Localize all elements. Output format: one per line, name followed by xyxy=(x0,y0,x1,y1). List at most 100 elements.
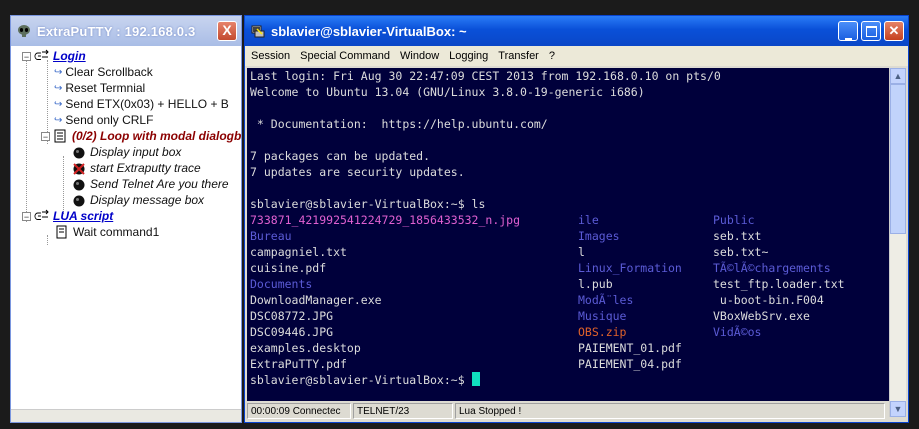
menu-session[interactable]: Session xyxy=(251,50,290,62)
tree-item-start-trace[interactable]: start Extraputty trace xyxy=(71,160,201,176)
tree-item-lua-script[interactable]: − ᕮ LUA script xyxy=(22,208,113,224)
right-title-bar[interactable]: sblavier@sblavier-VirtualBox: ~ xyxy=(245,16,908,46)
terminal-line: 7 updates are security updates. xyxy=(250,165,465,179)
ls-entry: VBoxWebSrv.exe xyxy=(713,309,810,323)
right-window-title: sblavier@sblavier-VirtualBox: ~ xyxy=(271,23,467,39)
ls-entry: PAIEMENT_04.pdf xyxy=(578,357,682,371)
scroll-up-arrow-icon[interactable]: ▲ xyxy=(890,68,906,84)
ls-entry: seb.txt~ xyxy=(713,245,769,259)
left-close-button[interactable]: X xyxy=(217,21,237,41)
ls-entry: u-boot-bin.F004 xyxy=(713,293,824,307)
ls-entry: cuisine.pdf xyxy=(250,261,327,275)
collapse-toggle[interactable]: − xyxy=(41,131,50,141)
menu-logging[interactable]: Logging xyxy=(449,50,488,62)
command-arrow-icon: ↪ xyxy=(54,82,63,94)
tree-connector xyxy=(47,235,48,245)
tree-item-login[interactable]: − ᕮ Login xyxy=(22,48,86,64)
ls-entry: Documents xyxy=(250,277,313,291)
terminal-line: Welcome to Ubuntu 13.04 (GNU/Linux 3.8.0… xyxy=(250,85,645,99)
menu-help[interactable]: ? xyxy=(549,50,555,62)
svg-text:ᕮ: ᕮ xyxy=(34,52,41,63)
loop-icon xyxy=(54,129,66,143)
tree-item-display-message-box[interactable]: Display message box xyxy=(71,192,204,208)
scroll-thumb[interactable] xyxy=(890,84,906,234)
command-arrow-icon: ↪ xyxy=(54,98,63,110)
clear-scrollback-label: Clear Scrollback xyxy=(65,65,153,79)
status-protocol: TELNET/23 xyxy=(353,403,453,419)
close-icon: ✕ xyxy=(888,23,900,38)
menu-special-command[interactable]: Special Command xyxy=(300,50,390,62)
bomb-icon xyxy=(73,195,85,207)
left-title-bar[interactable]: ExtraPuTTY : 192.168.0.3 xyxy=(11,16,241,46)
terminal-output[interactable]: Last login: Fri Aug 30 22:47:09 CEST 201… xyxy=(247,68,889,401)
collapse-toggle[interactable]: − xyxy=(22,51,31,61)
ls-entry: examples.desktop xyxy=(250,341,361,355)
collapse-toggle[interactable]: − xyxy=(22,211,31,221)
ls-entry: VidÃ©os xyxy=(713,325,762,339)
left-horizontal-scrollbar[interactable] xyxy=(11,409,241,422)
status-time: 00:00:09 Connectec xyxy=(247,403,351,419)
send-telnet-label: Send Telnet Are you there xyxy=(90,177,229,191)
ls-entry: ile xyxy=(578,213,599,227)
ls-entry: DSC08772.JPG xyxy=(250,309,334,323)
script-icon: ᕮ xyxy=(34,209,49,223)
tree-item-send-etx[interactable]: ↪ Send ETX(0x03) + HELLO + B xyxy=(54,96,229,112)
terminal-line: * Documentation: https://help.ubuntu.com… xyxy=(250,117,548,131)
script-icon: ᕮ xyxy=(34,49,49,63)
terminal-line: sblavier@sblavier-VirtualBox:~$ ls xyxy=(250,197,486,211)
left-window-title: ExtraPuTTY : 192.168.0.3 xyxy=(37,23,196,39)
start-trace-label: start Extraputty trace xyxy=(90,161,201,175)
extraputty-tree-window: ExtraPuTTY : 192.168.0.3 X − ᕮ Login ↪ C… xyxy=(10,15,242,423)
tree-item-reset-terminal[interactable]: ↪ Reset Termnial xyxy=(54,80,145,96)
tree-item-send-telnet[interactable]: Send Telnet Are you there xyxy=(71,176,229,192)
tree-item-loop[interactable]: − (0/2) Loop with modal dialogb xyxy=(41,128,241,144)
ls-entry: ExtraPuTTY.pdf xyxy=(250,357,347,371)
tree-item-display-input-box[interactable]: Display input box xyxy=(71,144,181,160)
tree-item-clear-scrollback[interactable]: ↪ Clear Scrollback xyxy=(54,64,153,80)
maximize-icon xyxy=(865,26,877,37)
menu-bar: Session Special Command Window Logging T… xyxy=(245,46,908,66)
menu-window[interactable]: Window xyxy=(400,50,439,62)
tree-connector xyxy=(26,60,27,222)
putty-icon xyxy=(251,25,265,38)
loop-label: (0/2) Loop with modal dialogb xyxy=(72,129,241,143)
ls-entry: Linux_Formation xyxy=(578,261,682,275)
ls-entry: 733871_421992541224729_1856433532_n.jpg xyxy=(250,213,521,227)
send-crlf-label: Send only CRLF xyxy=(65,113,154,127)
terminal-line: 7 packages can be updated. xyxy=(250,149,431,163)
alien-app-icon xyxy=(18,25,30,37)
login-label: Login xyxy=(53,49,86,63)
ls-entry: l xyxy=(578,245,585,259)
send-etx-label: Send ETX(0x03) + HELLO + B xyxy=(65,97,229,111)
wait-command-label: Wait command1 xyxy=(73,225,160,239)
minimize-icon xyxy=(844,38,852,40)
ls-entry: seb.txt xyxy=(713,229,762,243)
scroll-down-arrow-icon[interactable]: ▼ xyxy=(890,401,906,417)
ls-entry: l.pub xyxy=(578,277,613,291)
ls-entry: ModÃ¨les xyxy=(578,293,634,307)
ls-entry: TÃ©lÃ©chargements xyxy=(713,261,831,275)
terminal-cursor xyxy=(471,372,480,386)
terminal-prompt-line: sblavier@sblavier-VirtualBox:~$ xyxy=(250,372,480,388)
terminal-vertical-scrollbar[interactable]: ▲ ▼ xyxy=(889,68,906,417)
svg-text:ᕮ: ᕮ xyxy=(34,212,41,223)
putty-terminal-window: sblavier@sblavier-VirtualBox: ~ ✕ Sessio… xyxy=(244,15,909,423)
tree-item-wait-command[interactable]: Wait command1 xyxy=(54,224,159,240)
close-button[interactable]: ✕ xyxy=(884,21,904,41)
ls-entry: Images xyxy=(578,229,620,243)
terminal-line: Last login: Fri Aug 30 22:47:09 CEST 201… xyxy=(250,69,721,83)
ls-entry: DownloadManager.exe xyxy=(250,293,382,307)
bomb-icon xyxy=(73,147,85,159)
lua-script-label: LUA script xyxy=(53,209,114,223)
ls-entry: DSC09446.JPG xyxy=(250,325,334,339)
ls-entry: Musique xyxy=(578,309,627,323)
minimize-button[interactable] xyxy=(838,21,858,41)
bomb-red-icon xyxy=(73,163,85,175)
display-input-box-label: Display input box xyxy=(90,145,182,159)
tree-item-send-crlf[interactable]: ↪ Send only CRLF xyxy=(54,112,153,128)
ls-entry: campagniel.txt xyxy=(250,245,347,259)
menu-transfer[interactable]: Transfer xyxy=(498,50,539,62)
ls-entry: Public xyxy=(713,213,755,227)
maximize-button[interactable] xyxy=(861,21,881,41)
ls-entry: test_ftp.loader.txt xyxy=(713,277,845,291)
